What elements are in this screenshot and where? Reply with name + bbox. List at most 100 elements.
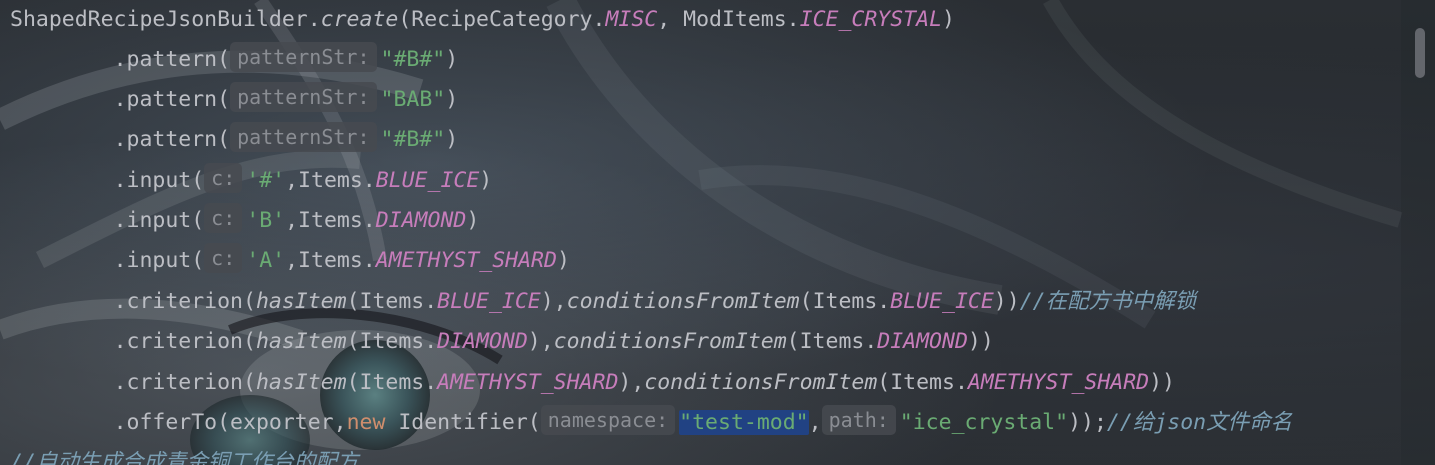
code-token: ) (942, 7, 955, 32)
code-line[interactable]: .criterion(hasItem(Items.DIAMOND),condit… (10, 322, 994, 362)
code-line[interactable]: .criterion(hasItem(Items.AMETHYST_SHARD)… (10, 363, 1175, 403)
code-token: ), (527, 329, 554, 354)
code-token: .criterion( (113, 370, 256, 395)
vertical-scrollbar-thumb[interactable] (1415, 28, 1425, 78)
constant-token: AMETHYST_SHARD (437, 370, 619, 395)
code-token: , ModItems. (657, 7, 800, 32)
code-token: ShapedRecipeJsonBuilder. (10, 7, 321, 32)
parameter-name-hint: patternStr: (230, 82, 377, 112)
constant-token: MISC (605, 7, 658, 32)
code-line[interactable]: .input(c: 'A',Items.AMETHYST_SHARD) (10, 241, 570, 281)
code-token: .pattern( (113, 47, 231, 72)
code-token: )); (1068, 410, 1107, 435)
method-token: hasItem (255, 289, 347, 314)
code-token: ) (479, 168, 493, 193)
parameter-name-hint: path: (821, 405, 896, 435)
comment-token: //给json文件命名 (1106, 410, 1293, 435)
string-literal: '#' (246, 168, 286, 193)
code-token: )) (967, 329, 994, 354)
selected-string-literal: "test-mod" (679, 410, 809, 435)
comment-token: //自动生成合成青金铜工作台的配方 (10, 450, 359, 465)
code-token: ) (445, 127, 459, 152)
string-literal: "ice_crystal" (899, 410, 1069, 435)
code-token: ,Items. (285, 208, 376, 233)
code-token: ), (540, 289, 567, 314)
code-token: ) (556, 248, 570, 273)
string-literal: 'A' (246, 248, 286, 273)
code-token: .input( (113, 248, 205, 273)
constant-token: BLUE_ICE (890, 289, 994, 314)
method-token: conditionsFromItem (566, 289, 800, 314)
code-token: ,Items. (285, 168, 376, 193)
string-literal: "#B#" (380, 127, 446, 152)
code-token: (Items. (786, 329, 878, 354)
code-token: .criterion( (113, 289, 256, 314)
constant-token: BLUE_ICE (437, 289, 541, 314)
parameter-name-hint: namespace: (540, 405, 676, 435)
code-token: )) (993, 289, 1020, 314)
code-line[interactable]: //自动生成合成青金铜工作台的配方 (10, 443, 358, 465)
code-line[interactable]: .input(c: 'B',Items.DIAMOND) (10, 201, 479, 241)
constant-token: DIAMOND (877, 329, 968, 354)
code-token: .offerTo(exporter, (113, 410, 347, 435)
method-token: create (320, 7, 399, 32)
code-token: (Items. (799, 289, 891, 314)
keyword-token: new (346, 410, 386, 435)
code-token: ) (445, 87, 459, 112)
parameter-name-hint: c: (204, 243, 243, 273)
code-line[interactable]: .pattern(patternStr: "BAB") (10, 80, 458, 120)
code-line[interactable]: .offerTo(exporter,new Identifier(namespa… (10, 403, 1292, 443)
code-token: .pattern( (113, 127, 231, 152)
code-line[interactable]: .criterion(hasItem(Items.BLUE_ICE),condi… (10, 282, 1197, 322)
constant-token: ICE_CRYSTAL (799, 7, 943, 32)
method-token: hasItem (255, 329, 347, 354)
code-token: (Items. (346, 329, 438, 354)
constant-token: DIAMOND (437, 329, 528, 354)
code-line[interactable]: .input(c: '#',Items.BLUE_ICE) (10, 161, 492, 201)
parameter-name-hint: patternStr: (230, 122, 377, 152)
string-literal: "BAB" (380, 87, 446, 112)
code-token: , (808, 410, 822, 435)
parameter-name-hint: patternStr: (230, 42, 377, 72)
string-literal: "#B#" (380, 47, 446, 72)
comment-token: //在配方书中解锁 (1019, 289, 1197, 314)
method-token: hasItem (255, 370, 347, 395)
code-token: (Items. (877, 370, 968, 395)
code-token: .input( (113, 168, 205, 193)
code-token: )) (1149, 370, 1175, 395)
method-token: conditionsFromItem (644, 370, 878, 395)
code-editor[interactable]: ShapedRecipeJsonBuilder.create(RecipeCat… (0, 0, 1400, 465)
code-token: ), (618, 370, 645, 395)
code-token: .pattern( (113, 87, 231, 112)
code-token: .input( (113, 208, 205, 233)
code-token: (RecipeCategory. (398, 7, 606, 32)
constant-token: AMETHYST_SHARD (375, 248, 557, 273)
code-line[interactable]: ShapedRecipeJsonBuilder.create(RecipeCat… (10, 0, 955, 40)
constant-token: AMETHYST_SHARD (967, 370, 1150, 395)
code-token: ) (466, 208, 480, 233)
code-line[interactable]: .pattern(patternStr: "#B#") (10, 40, 458, 80)
parameter-name-hint: c: (204, 203, 243, 233)
code-token: (Items. (346, 289, 438, 314)
code-token: ,Items. (285, 248, 376, 273)
code-token: Identifier( (385, 410, 541, 435)
code-token: .criterion( (113, 329, 256, 354)
code-token: (Items. (346, 370, 438, 395)
parameter-name-hint: c: (204, 163, 243, 193)
constant-token: DIAMOND (375, 208, 467, 233)
code-line[interactable]: .pattern(patternStr: "#B#") (10, 120, 458, 160)
method-token: conditionsFromItem (553, 329, 787, 354)
string-literal: 'B' (246, 208, 286, 233)
constant-token: BLUE_ICE (375, 168, 480, 193)
code-token: ) (445, 47, 459, 72)
